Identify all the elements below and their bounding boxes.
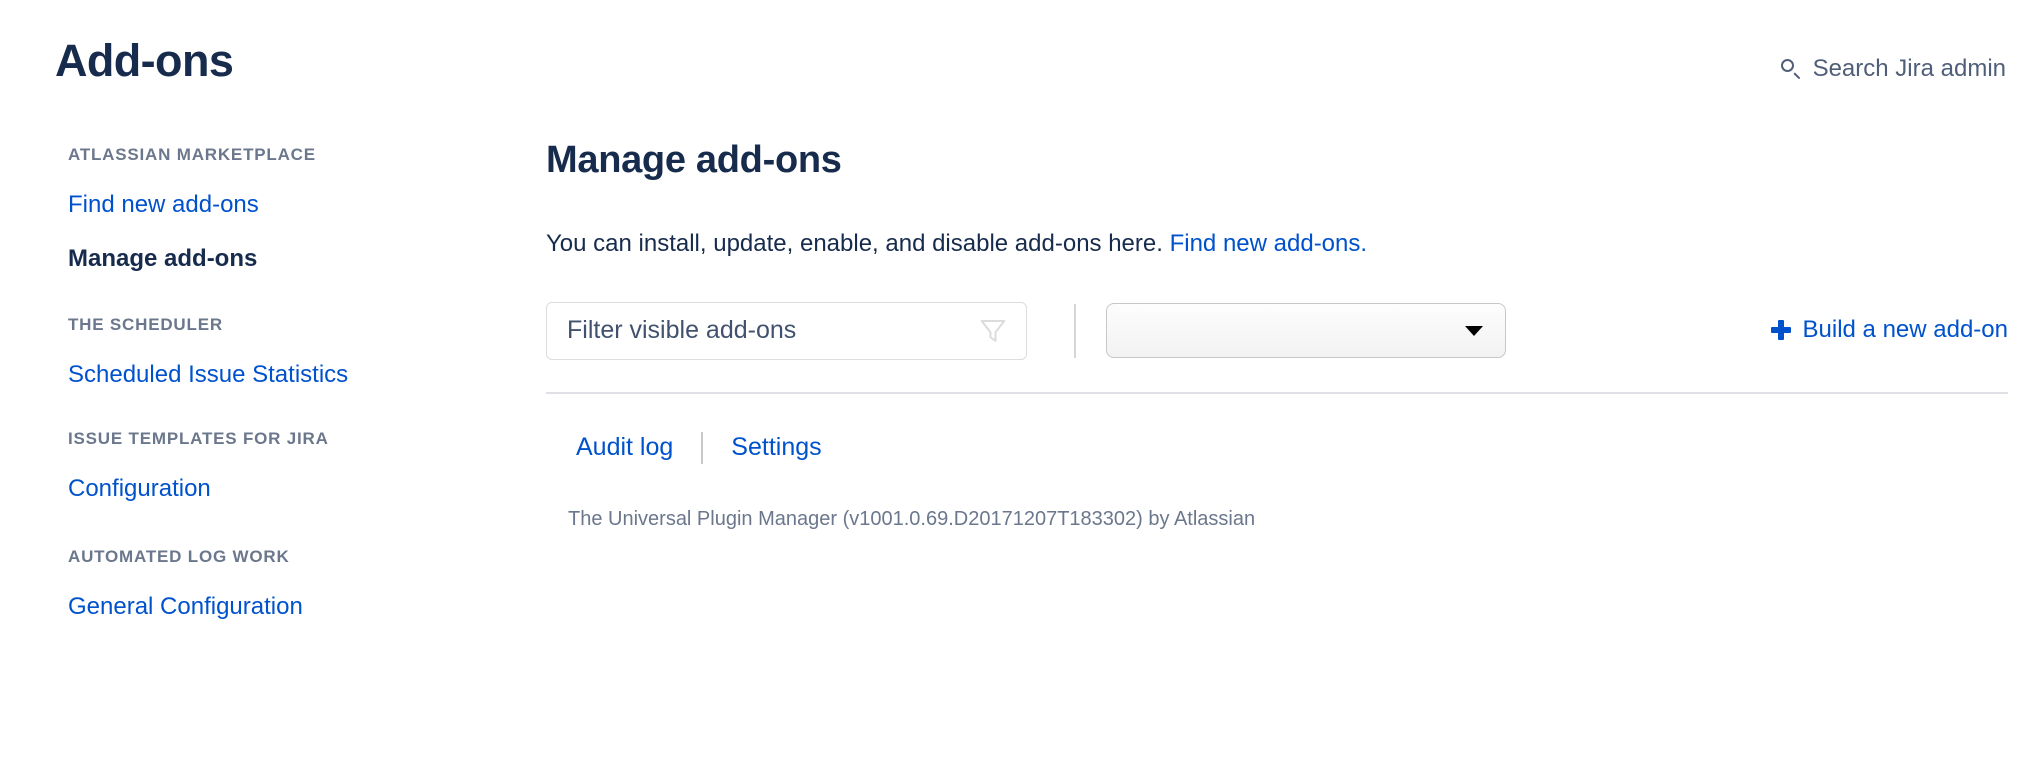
content-divider — [546, 391, 2008, 394]
controls-divider — [1074, 303, 1076, 358]
sidebar-item-find-new-add-ons[interactable]: Find new add-ons — [0, 191, 500, 219]
content-title: Manage add-ons — [546, 139, 842, 181]
admin-search-button[interactable]: Search Jira admin — [1780, 55, 2006, 83]
sidebar-item-scheduled-issue-statistics[interactable]: Scheduled Issue Statistics — [0, 361, 500, 389]
search-icon — [1780, 58, 1802, 80]
top-bar: Add-ons Search Jira admin — [0, 0, 2038, 115]
sidebar-heading-issue-templates: ISSUE TEMPLATES FOR JIRA — [68, 429, 329, 448]
sidebar-section-scheduler: THE SCHEDULER Scheduled Issue Statistics — [0, 315, 500, 389]
filter-add-ons-field[interactable] — [546, 301, 1027, 360]
tab-bar: Audit log Settings — [546, 431, 2008, 464]
page-title: Add-ons — [55, 35, 234, 86]
sidebar-section-marketplace: ATLASSIAN MARKETPLACE Find new add-ons M… — [0, 145, 500, 273]
sidebar-heading-automated-log-work: AUTOMATED LOG WORK — [68, 547, 290, 566]
content-description-text: You can install, update, enable, and dis… — [546, 229, 1163, 257]
sidebar-section-issue-templates: ISSUE TEMPLATES FOR JIRA Configuration — [0, 429, 500, 503]
sidebar-heading-scheduler: THE SCHEDULER — [68, 315, 223, 334]
plugin-manager-version: The Universal Plugin Manager (v1001.0.69… — [568, 507, 1256, 530]
sidebar-heading-marketplace: ATLASSIAN MARKETPLACE — [68, 145, 316, 164]
sidebar-item-configuration[interactable]: Configuration — [0, 475, 500, 503]
category-select[interactable] — [1106, 302, 1506, 358]
sidebar: ATLASSIAN MARKETPLACE Find new add-ons M… — [0, 145, 500, 651]
find-new-add-ons-link[interactable]: Find new add-ons. — [1170, 230, 1367, 257]
sidebar-section-automated-log-work: AUTOMATED LOG WORK General Configuration — [0, 547, 500, 621]
build-new-add-on-label: Build a new add-on — [1802, 315, 2008, 343]
tab-audit-log[interactable]: Audit log — [576, 433, 673, 462]
chevron-down-icon — [1465, 326, 1483, 337]
sidebar-item-manage-add-ons[interactable]: Manage add-ons — [0, 245, 500, 273]
plus-icon — [1770, 319, 1791, 340]
controls-row: Build a new add-on — [546, 301, 2008, 364]
filter-add-ons-input[interactable] — [547, 316, 978, 346]
build-new-add-on-link[interactable]: Build a new add-on — [1770, 315, 2008, 344]
admin-search-label: Search Jira admin — [1812, 55, 2006, 82]
tab-settings[interactable]: Settings — [731, 433, 821, 462]
main-content: Manage add-ons You can install, update, … — [546, 139, 2008, 531]
sidebar-item-general-configuration[interactable]: General Configuration — [0, 593, 500, 621]
tab-separator — [701, 431, 704, 464]
content-description: You can install, update, enable, and dis… — [546, 228, 2008, 259]
funnel-icon — [980, 319, 1006, 342]
